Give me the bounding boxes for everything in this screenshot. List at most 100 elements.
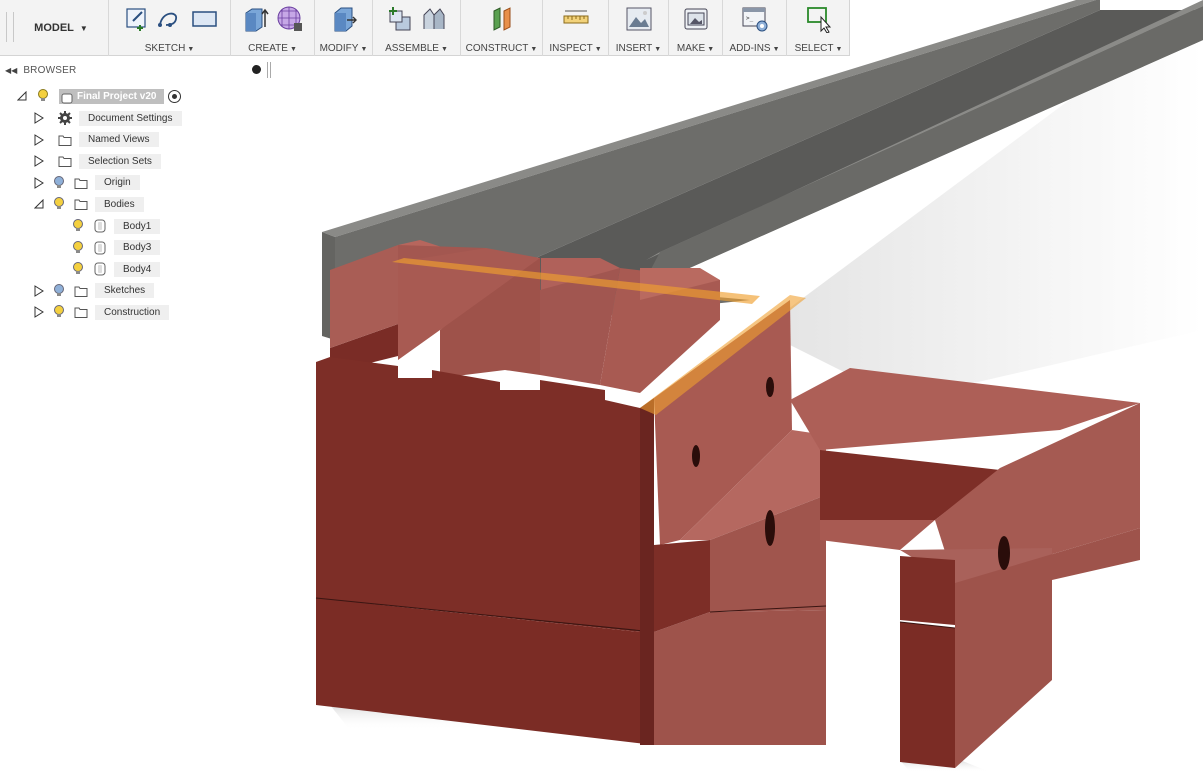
make-group: MAKE ▼ — [668, 0, 722, 56]
root-document-label: Final Project v20 — [59, 88, 165, 104]
svg-text:>_: >_ — [746, 15, 754, 22]
visibility-bulb-icon[interactable] — [51, 196, 67, 212]
visibility-bulb-icon[interactable] — [70, 218, 86, 234]
panel-resize-handle[interactable] — [267, 62, 271, 78]
add-ins-group: >_ ADD-INS ▼ — [722, 0, 786, 56]
scripts-icon[interactable]: >_ — [741, 5, 769, 33]
collapse-panel-icon[interactable]: ◀◀ — [5, 66, 17, 75]
make-menu[interactable]: MAKE ▼ — [669, 43, 722, 54]
select-menu[interactable]: SELECT ▼ — [787, 43, 850, 54]
expand-triangle-icon[interactable] — [33, 133, 45, 146]
visibility-bulb-icon[interactable] — [51, 304, 67, 320]
folder-icon — [73, 175, 89, 191]
visibility-bulb-icon[interactable] — [51, 175, 67, 191]
select-group: SELECT ▼ — [786, 0, 850, 56]
chevron-down-icon: ▼ — [79, 23, 88, 33]
visibility-bulb-icon[interactable] — [51, 283, 67, 299]
folder-icon — [73, 196, 89, 212]
browser-item-label: Body1 — [114, 218, 161, 234]
ribbon-toolbar: MODEL ▼ SKETCH ▼ CREATE ▼ MODIFY ▼ ASSEMBLE ▼ — [0, 0, 850, 56]
browser-item-sketches[interactable]: Sketches — [33, 281, 155, 301]
browser-item-label: Body3 — [114, 240, 161, 256]
modify-menu[interactable]: MODIFY ▼ — [315, 43, 372, 54]
measure-icon[interactable] — [562, 5, 590, 33]
create-group: CREATE ▼ — [230, 0, 314, 56]
sketch-create-icon[interactable] — [122, 5, 150, 33]
workspace-switcher[interactable]: MODEL ▼ — [14, 0, 108, 56]
rectangle-icon[interactable] — [190, 5, 218, 33]
vise-u-block — [790, 368, 1140, 768]
print-3d-icon[interactable] — [682, 5, 710, 33]
insert-group: INSERT ▼ — [608, 0, 668, 56]
component-icon — [61, 93, 73, 103]
select-cursor-icon[interactable] — [805, 5, 833, 33]
sketch-label: SKETCH — [144, 43, 186, 54]
press-pull-icon[interactable] — [330, 5, 358, 33]
browser-item-label: Selection Sets — [79, 153, 161, 169]
pin-icon[interactable] — [252, 65, 261, 74]
offset-plane-icon[interactable] — [488, 5, 516, 33]
workspace-label: MODEL — [34, 22, 74, 34]
activate-radio-icon[interactable] — [168, 89, 182, 103]
toolbar-grip[interactable] — [6, 12, 14, 42]
new-component-icon[interactable] — [386, 5, 414, 33]
expand-triangle-icon[interactable] — [33, 284, 45, 297]
browser-item-body1[interactable]: Body1 — [52, 216, 161, 236]
joint-icon[interactable] — [420, 5, 448, 33]
inspect-label: INSPECT — [549, 43, 593, 54]
assemble-group: ASSEMBLE ▼ — [372, 0, 460, 56]
browser-item-bodies[interactable]: Bodies — [33, 194, 144, 214]
visibility-bulb-icon[interactable] — [70, 261, 86, 277]
assemble-menu[interactable]: ASSEMBLE ▼ — [373, 43, 460, 54]
sketch-group: SKETCH ▼ — [108, 0, 230, 56]
browser-item-label: Body4 — [114, 261, 161, 277]
insert-image-icon[interactable] — [625, 5, 653, 33]
expand-triangle-icon[interactable] — [33, 155, 45, 168]
folder-icon — [57, 132, 73, 148]
browser-item-label: Bodies — [95, 196, 144, 212]
extrude-icon[interactable] — [242, 5, 270, 33]
assemble-label: ASSEMBLE — [385, 43, 439, 54]
inspect-menu[interactable]: INSPECT ▼ — [543, 43, 608, 54]
browser-item-label: Construction — [95, 304, 170, 320]
folder-icon — [73, 304, 89, 320]
browser-item-body4[interactable]: Body4 — [52, 259, 161, 279]
browser-title: BROWSER — [23, 64, 77, 76]
insert-menu[interactable]: INSERT ▼ — [609, 43, 668, 54]
construct-group: CONSTRUCT ▼ — [460, 0, 542, 56]
browser-item-construction[interactable]: Construction — [33, 302, 170, 322]
browser-item-body3[interactable]: Body3 — [52, 238, 161, 258]
visibility-bulb-icon[interactable] — [35, 88, 51, 104]
expand-triangle-icon[interactable] — [33, 306, 45, 319]
folder-icon — [73, 283, 89, 299]
expand-triangle-icon[interactable] — [33, 176, 45, 189]
collapse-triangle-icon[interactable] — [16, 90, 28, 102]
add-ins-menu[interactable]: ADD-INS ▼ — [723, 43, 786, 54]
browser-item-selection-sets[interactable]: Selection Sets — [33, 151, 161, 171]
insert-label: INSERT — [615, 43, 653, 54]
browser-item-label: Document Settings — [79, 110, 182, 126]
create-label: CREATE — [248, 43, 288, 54]
browser-item-origin[interactable]: Origin — [33, 173, 140, 193]
expand-triangle-icon[interactable] — [33, 112, 45, 124]
modify-label: MODIFY — [319, 43, 359, 54]
inspect-group: INSPECT ▼ — [542, 0, 608, 56]
browser-root-row[interactable]: Final Project v20 — [16, 86, 182, 106]
add-ins-label: ADD-INS — [729, 43, 771, 54]
arc-icon[interactable] — [156, 5, 184, 33]
collapse-triangle-icon[interactable] — [33, 198, 45, 210]
form-icon[interactable] — [276, 5, 304, 33]
browser-item-document-settings[interactable]: Document Settings — [33, 108, 182, 128]
sketch-menu[interactable]: SKETCH ▼ — [109, 43, 230, 54]
browser-item-named-views[interactable]: Named Views — [33, 130, 159, 150]
folder-icon — [57, 153, 73, 169]
browser-header: ◀◀ BROWSER — [0, 60, 272, 80]
browser-item-label: Origin — [95, 175, 140, 191]
create-menu[interactable]: CREATE ▼ — [231, 43, 314, 54]
construct-menu[interactable]: CONSTRUCT ▼ — [461, 43, 542, 54]
visibility-bulb-icon[interactable] — [70, 240, 86, 256]
modify-group: MODIFY ▼ — [314, 0, 372, 56]
